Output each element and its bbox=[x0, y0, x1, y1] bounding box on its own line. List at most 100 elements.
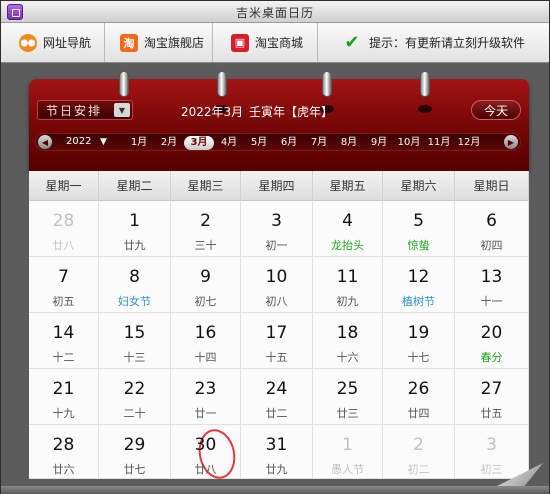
day-number: 25 bbox=[336, 379, 359, 399]
day-cell[interactable]: 2 初二 bbox=[383, 425, 455, 479]
day-cell[interactable]: 25 廿三 bbox=[313, 369, 383, 425]
lunar-label: 十二 bbox=[52, 351, 75, 364]
day-cell[interactable]: 12 植树节 bbox=[383, 257, 455, 313]
day-number: 22 bbox=[123, 379, 146, 399]
lunar-label: 初五 bbox=[52, 295, 75, 308]
day-cell[interactable]: 1 愚人节 bbox=[313, 425, 383, 479]
calendar-board: 节日安排 ▼ 2022年3月 壬寅年【虎年】 今天 ◀ 2022 ▼ 1月 2月 3… bbox=[7, 63, 543, 494]
binder-ring-icon bbox=[217, 71, 227, 97]
binder-ring-icon bbox=[322, 71, 332, 97]
day-cell[interactable]: 4 龙抬头 bbox=[313, 201, 383, 257]
next-month-arrow-icon[interactable]: ▶ bbox=[504, 135, 518, 149]
day-cell[interactable]: 17 十五 bbox=[241, 313, 313, 369]
month-tab[interactable]: 12月 bbox=[454, 136, 484, 150]
lunar-label: 初一 bbox=[265, 239, 288, 252]
day-cell[interactable]: 13 十一 bbox=[455, 257, 529, 313]
day-cell[interactable]: 28 廿八 bbox=[29, 201, 99, 257]
month-tab[interactable]: 7月 bbox=[304, 136, 334, 150]
day-number: 23 bbox=[194, 379, 217, 399]
nav-button[interactable]: 网址导航 bbox=[1, 23, 105, 62]
binder-ring-icon bbox=[420, 71, 430, 97]
day-cell[interactable]: 19 十七 bbox=[383, 313, 455, 369]
lunar-label: 廿九 bbox=[265, 463, 288, 476]
year-dropdown-icon[interactable]: ▼ bbox=[100, 137, 107, 147]
month-tab[interactable]: 3月 bbox=[184, 136, 214, 150]
day-number: 7 bbox=[58, 267, 69, 287]
day-cell[interactable]: 27 廿五 bbox=[455, 369, 529, 425]
day-cells: 28 廿八 1 廿九 2 三十 3 初一 4 龙抬头 5 惊蛰 6 初四 7 初五 8 妇女节 9 初七 10 初八 11 初… bbox=[29, 201, 529, 483]
lunar-label: 十九 bbox=[52, 407, 75, 420]
weekday-label: 星期一 bbox=[29, 171, 99, 201]
window-title: 吉米桌面日历 bbox=[235, 6, 314, 20]
lunar-label: 廿九 bbox=[123, 239, 146, 252]
day-number: 14 bbox=[52, 323, 75, 343]
day-cell[interactable]: 16 十四 bbox=[171, 313, 241, 369]
title-bar[interactable]: 吉米桌面日历 bbox=[1, 1, 549, 23]
month-tab[interactable]: 9月 bbox=[364, 136, 394, 150]
day-cell[interactable]: 9 初七 bbox=[171, 257, 241, 313]
month-tab[interactable]: 1月 bbox=[124, 136, 154, 150]
month-tab[interactable]: 5月 bbox=[244, 136, 274, 150]
holiday-select-label: 节日安排 bbox=[46, 103, 103, 118]
day-cell[interactable]: 21 十九 bbox=[29, 369, 99, 425]
tip-label: 提示：有更新请立刻升级软件 bbox=[369, 36, 526, 50]
day-cell[interactable]: 7 初五 bbox=[29, 257, 99, 313]
month-tab[interactable]: 8月 bbox=[334, 136, 364, 150]
lunar-label: 三十 bbox=[194, 239, 217, 252]
day-number: 2 bbox=[200, 211, 211, 231]
day-cell[interactable]: 20 春分 bbox=[455, 313, 529, 369]
day-cell[interactable]: 2 三十 bbox=[171, 201, 241, 257]
month-tab[interactable]: 6月 bbox=[274, 136, 304, 150]
month-tab[interactable]: 4月 bbox=[214, 136, 244, 150]
app-window: 吉米桌面日历 网址导航 淘 淘宝旗舰店 ▣ 淘宝商城 ✔ 提示：有更新请立刻升级… bbox=[0, 0, 550, 494]
month-tab[interactable]: 10月 bbox=[394, 136, 424, 150]
day-cell[interactable]: 29 廿七 bbox=[99, 425, 171, 479]
lunar-label: 初二 bbox=[407, 463, 430, 476]
lunar-label: 十五 bbox=[265, 351, 288, 364]
lunar-label: 廿八 bbox=[52, 239, 75, 252]
today-button[interactable]: 今天 bbox=[471, 100, 521, 120]
month-tab[interactable]: 2月 bbox=[154, 136, 184, 150]
day-cell[interactable]: 11 初九 bbox=[313, 257, 383, 313]
day-cell[interactable]: 30 廿八 bbox=[171, 425, 241, 483]
prev-month-arrow-icon[interactable]: ◀ bbox=[38, 135, 52, 149]
lunar-label: 惊蛰 bbox=[407, 239, 430, 252]
day-cell[interactable]: 24 廿二 bbox=[241, 369, 313, 425]
day-cell[interactable]: 28 廿六 bbox=[29, 425, 99, 479]
lunar-label: 十七 bbox=[407, 351, 430, 364]
day-cell[interactable]: 6 初四 bbox=[455, 201, 529, 257]
day-number: 20 bbox=[480, 323, 503, 343]
weekday-label: 星期二 bbox=[99, 171, 171, 201]
taobao-flagship-button[interactable]: 淘 淘宝旗舰店 bbox=[106, 23, 213, 62]
day-number: 30 bbox=[194, 435, 217, 455]
weekday-label: 星期三 bbox=[171, 171, 241, 201]
month-tab[interactable]: 11月 bbox=[424, 136, 454, 150]
day-cell[interactable]: 1 廿九 bbox=[99, 201, 171, 257]
lunar-label: 初三 bbox=[480, 463, 503, 476]
current-month: 2022年3月 bbox=[181, 105, 244, 119]
day-cell[interactable]: 31 廿九 bbox=[241, 425, 313, 479]
taobao-mall-button[interactable]: ▣ 淘宝商城 bbox=[214, 23, 318, 62]
day-cell[interactable]: 10 初八 bbox=[241, 257, 313, 313]
day-cell[interactable]: 23 廿一 bbox=[171, 369, 241, 425]
day-number: 28 bbox=[52, 435, 75, 455]
day-cell[interactable]: 22 二十 bbox=[99, 369, 171, 425]
nav-label: 网址导航 bbox=[43, 36, 92, 50]
lunar-label: 廿四 bbox=[407, 407, 430, 420]
holiday-select[interactable]: 节日安排 ▼ bbox=[37, 100, 133, 120]
lunar-label: 春分 bbox=[480, 351, 503, 364]
day-number: 9 bbox=[200, 267, 211, 287]
ring-hole bbox=[418, 105, 432, 113]
day-cell[interactable]: 26 廿四 bbox=[383, 369, 455, 425]
day-number: 8 bbox=[129, 267, 140, 287]
day-cell[interactable]: 8 妇女节 bbox=[99, 257, 171, 313]
day-cell[interactable]: 15 十三 bbox=[99, 313, 171, 369]
day-cell[interactable]: 3 初三 bbox=[455, 425, 529, 479]
day-cell[interactable]: 5 惊蛰 bbox=[383, 201, 455, 257]
day-cell[interactable]: 3 初一 bbox=[241, 201, 313, 257]
day-number: 24 bbox=[265, 379, 288, 399]
day-cell[interactable]: 14 十二 bbox=[29, 313, 99, 369]
update-tip[interactable]: ✔ 提示：有更新请立刻升级软件 bbox=[319, 23, 549, 62]
year-label[interactable]: 2022 bbox=[66, 136, 91, 147]
day-cell[interactable]: 18 十六 bbox=[313, 313, 383, 369]
